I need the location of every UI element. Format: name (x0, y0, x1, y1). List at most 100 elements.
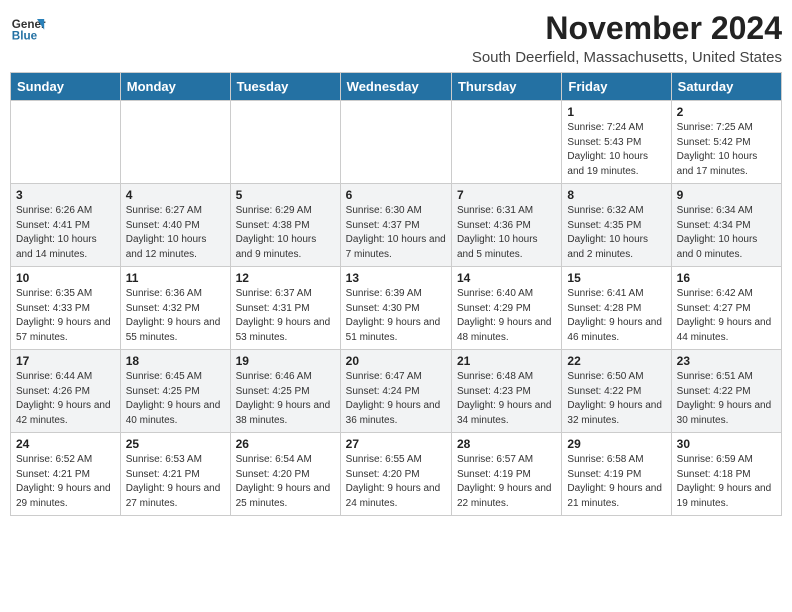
day-number: 12 (236, 271, 335, 285)
calendar-cell: 16 Sunrise: 6:42 AM Sunset: 4:27 PM Dayli… (671, 267, 781, 350)
calendar-cell: 25 Sunrise: 6:53 AM Sunset: 4:21 PM Dayli… (120, 433, 230, 516)
calendar-cell: 15 Sunrise: 6:41 AM Sunset: 4:28 PM Dayli… (562, 267, 671, 350)
day-number: 9 (677, 188, 776, 202)
day-detail: Sunrise: 6:54 AM Sunset: 4:20 PM Dayligh… (236, 453, 335, 511)
day-detail: Sunrise: 6:46 AM Sunset: 4:25 PM Dayligh… (236, 370, 335, 428)
calendar-cell: 9 Sunrise: 6:34 AM Sunset: 4:34 PM Daylig… (671, 184, 781, 267)
calendar-cell (451, 101, 561, 184)
day-number: 20 (346, 354, 446, 368)
day-detail: Sunrise: 6:52 AM Sunset: 4:21 PM Dayligh… (16, 453, 115, 511)
calendar-cell: 22 Sunrise: 6:50 AM Sunset: 4:22 PM Dayli… (562, 350, 671, 433)
day-number: 23 (677, 354, 776, 368)
calendar-cell: 5 Sunrise: 6:29 AM Sunset: 4:38 PM Daylig… (230, 184, 340, 267)
day-number: 18 (126, 354, 225, 368)
calendar-cell: 21Sunrise: 6:48 AM Sunset: 4:23 PM Dayli… (451, 350, 561, 433)
location: South Deerfield, Massachusetts, United S… (472, 49, 782, 66)
calendar-cell: 17 Sunrise: 6:44 AM Sunset: 4:26 PM Dayli… (11, 350, 121, 433)
day-number: 24 (16, 437, 115, 451)
day-number: 2 (677, 105, 776, 119)
day-of-week-header: Wednesday (340, 73, 451, 101)
day-detail: Sunrise: 6:51 AM Sunset: 4:22 PM Dayligh… (677, 370, 776, 428)
calendar-cell (120, 101, 230, 184)
calendar-cell: 4 Sunrise: 6:27 AM Sunset: 4:40 PM Daylig… (120, 184, 230, 267)
logo-icon: General Blue (10, 10, 46, 46)
calendar-cell: 19 Sunrise: 6:46 AM Sunset: 4:25 PM Dayli… (230, 350, 340, 433)
day-detail: Sunrise: 7:25 AM Sunset: 5:42 PM Dayligh… (677, 121, 776, 179)
calendar-week-row: 24 Sunrise: 6:52 AM Sunset: 4:21 PM Dayli… (11, 433, 782, 516)
calendar-cell: 2 Sunrise: 7:25 AM Sunset: 5:42 PM Daylig… (671, 101, 781, 184)
day-of-week-header: Friday (562, 73, 671, 101)
calendar-cell: 24 Sunrise: 6:52 AM Sunset: 4:21 PM Dayli… (11, 433, 121, 516)
day-number: 1 (567, 105, 665, 119)
day-detail: Sunrise: 7:24 AM Sunset: 5:43 PM Dayligh… (567, 121, 665, 179)
day-detail: Sunrise: 6:59 AM Sunset: 4:18 PM Dayligh… (677, 453, 776, 511)
day-of-week-header: Monday (120, 73, 230, 101)
calendar-cell (340, 101, 451, 184)
day-detail: Sunrise: 6:39 AM Sunset: 4:30 PM Dayligh… (346, 287, 446, 345)
day-number: 16 (677, 271, 776, 285)
day-number: 27 (346, 437, 446, 451)
day-number: 14 (457, 271, 556, 285)
calendar-week-row: 10Sunrise: 6:35 AM Sunset: 4:33 PM Dayli… (11, 267, 782, 350)
day-number: 15 (567, 271, 665, 285)
day-of-week-header: Tuesday (230, 73, 340, 101)
calendar-cell: 20 Sunrise: 6:47 AM Sunset: 4:24 PM Dayli… (340, 350, 451, 433)
day-of-week-header: Sunday (11, 73, 121, 101)
day-number: 11 (126, 271, 225, 285)
day-detail: Sunrise: 6:31 AM Sunset: 4:36 PM Dayligh… (457, 204, 556, 262)
page-header: General Blue November 2024 South Deerfie… (10, 10, 782, 66)
day-detail: Sunrise: 6:42 AM Sunset: 4:27 PM Dayligh… (677, 287, 776, 345)
calendar-cell: 3Sunrise: 6:26 AM Sunset: 4:41 PM Daylig… (11, 184, 121, 267)
day-detail: Sunrise: 6:30 AM Sunset: 4:37 PM Dayligh… (346, 204, 446, 262)
calendar-cell: 23 Sunrise: 6:51 AM Sunset: 4:22 PM Dayli… (671, 350, 781, 433)
day-number: 22 (567, 354, 665, 368)
calendar-cell: 7 Sunrise: 6:31 AM Sunset: 4:36 PM Daylig… (451, 184, 561, 267)
day-number: 29 (567, 437, 665, 451)
day-number: 30 (677, 437, 776, 451)
day-detail: Sunrise: 6:44 AM Sunset: 4:26 PM Dayligh… (16, 370, 115, 428)
calendar-week-row: 1 Sunrise: 7:24 AM Sunset: 5:43 PM Daylig… (11, 101, 782, 184)
day-of-week-header: Thursday (451, 73, 561, 101)
day-detail: Sunrise: 6:41 AM Sunset: 4:28 PM Dayligh… (567, 287, 665, 345)
day-number: 17 (16, 354, 115, 368)
calendar-cell (230, 101, 340, 184)
day-number: 5 (236, 188, 335, 202)
day-detail: Sunrise: 6:37 AM Sunset: 4:31 PM Dayligh… (236, 287, 335, 345)
calendar-cell: 12 Sunrise: 6:37 AM Sunset: 4:31 PM Dayli… (230, 267, 340, 350)
calendar-cell: 18Sunrise: 6:45 AM Sunset: 4:25 PM Dayli… (120, 350, 230, 433)
calendar-cell: 13 Sunrise: 6:39 AM Sunset: 4:30 PM Dayli… (340, 267, 451, 350)
day-detail: Sunrise: 6:34 AM Sunset: 4:34 PM Dayligh… (677, 204, 776, 262)
day-detail: Sunrise: 6:29 AM Sunset: 4:38 PM Dayligh… (236, 204, 335, 262)
day-detail: Sunrise: 6:50 AM Sunset: 4:22 PM Dayligh… (567, 370, 665, 428)
logo: General Blue (10, 10, 46, 46)
day-detail: Sunrise: 6:40 AM Sunset: 4:29 PM Dayligh… (457, 287, 556, 345)
calendar-cell: 30 Sunrise: 6:59 AM Sunset: 4:18 PM Dayli… (671, 433, 781, 516)
day-detail: Sunrise: 6:27 AM Sunset: 4:40 PM Dayligh… (126, 204, 225, 262)
calendar-header-row: SundayMondayTuesdayWednesdayThursdayFrid… (11, 73, 782, 101)
calendar-cell: 26Sunrise: 6:54 AM Sunset: 4:20 PM Dayli… (230, 433, 340, 516)
day-number: 7 (457, 188, 556, 202)
day-detail: Sunrise: 6:55 AM Sunset: 4:20 PM Dayligh… (346, 453, 446, 511)
day-number: 19 (236, 354, 335, 368)
day-number: 4 (126, 188, 225, 202)
calendar-cell: 8 Sunrise: 6:32 AM Sunset: 4:35 PM Daylig… (562, 184, 671, 267)
day-detail: Sunrise: 6:48 AM Sunset: 4:23 PM Dayligh… (457, 370, 556, 428)
calendar-cell: 1 Sunrise: 7:24 AM Sunset: 5:43 PM Daylig… (562, 101, 671, 184)
day-detail: Sunrise: 6:32 AM Sunset: 4:35 PM Dayligh… (567, 204, 665, 262)
month-title: November 2024 (472, 10, 782, 47)
day-number: 8 (567, 188, 665, 202)
day-number: 13 (346, 271, 446, 285)
calendar-cell: 14 Sunrise: 6:40 AM Sunset: 4:29 PM Dayli… (451, 267, 561, 350)
calendar-cell (11, 101, 121, 184)
day-number: 3 (16, 188, 115, 202)
calendar-cell: 6 Sunrise: 6:30 AM Sunset: 4:37 PM Daylig… (340, 184, 451, 267)
day-detail: Sunrise: 6:58 AM Sunset: 4:19 PM Dayligh… (567, 453, 665, 511)
day-number: 25 (126, 437, 225, 451)
calendar-table: SundayMondayTuesdayWednesdayThursdayFrid… (10, 72, 782, 516)
day-detail: Sunrise: 6:36 AM Sunset: 4:32 PM Dayligh… (126, 287, 225, 345)
day-detail: Sunrise: 6:53 AM Sunset: 4:21 PM Dayligh… (126, 453, 225, 511)
day-detail: Sunrise: 6:47 AM Sunset: 4:24 PM Dayligh… (346, 370, 446, 428)
day-number: 6 (346, 188, 446, 202)
day-detail: Sunrise: 6:35 AM Sunset: 4:33 PM Dayligh… (16, 287, 115, 345)
title-area: November 2024 South Deerfield, Massachus… (472, 10, 782, 66)
